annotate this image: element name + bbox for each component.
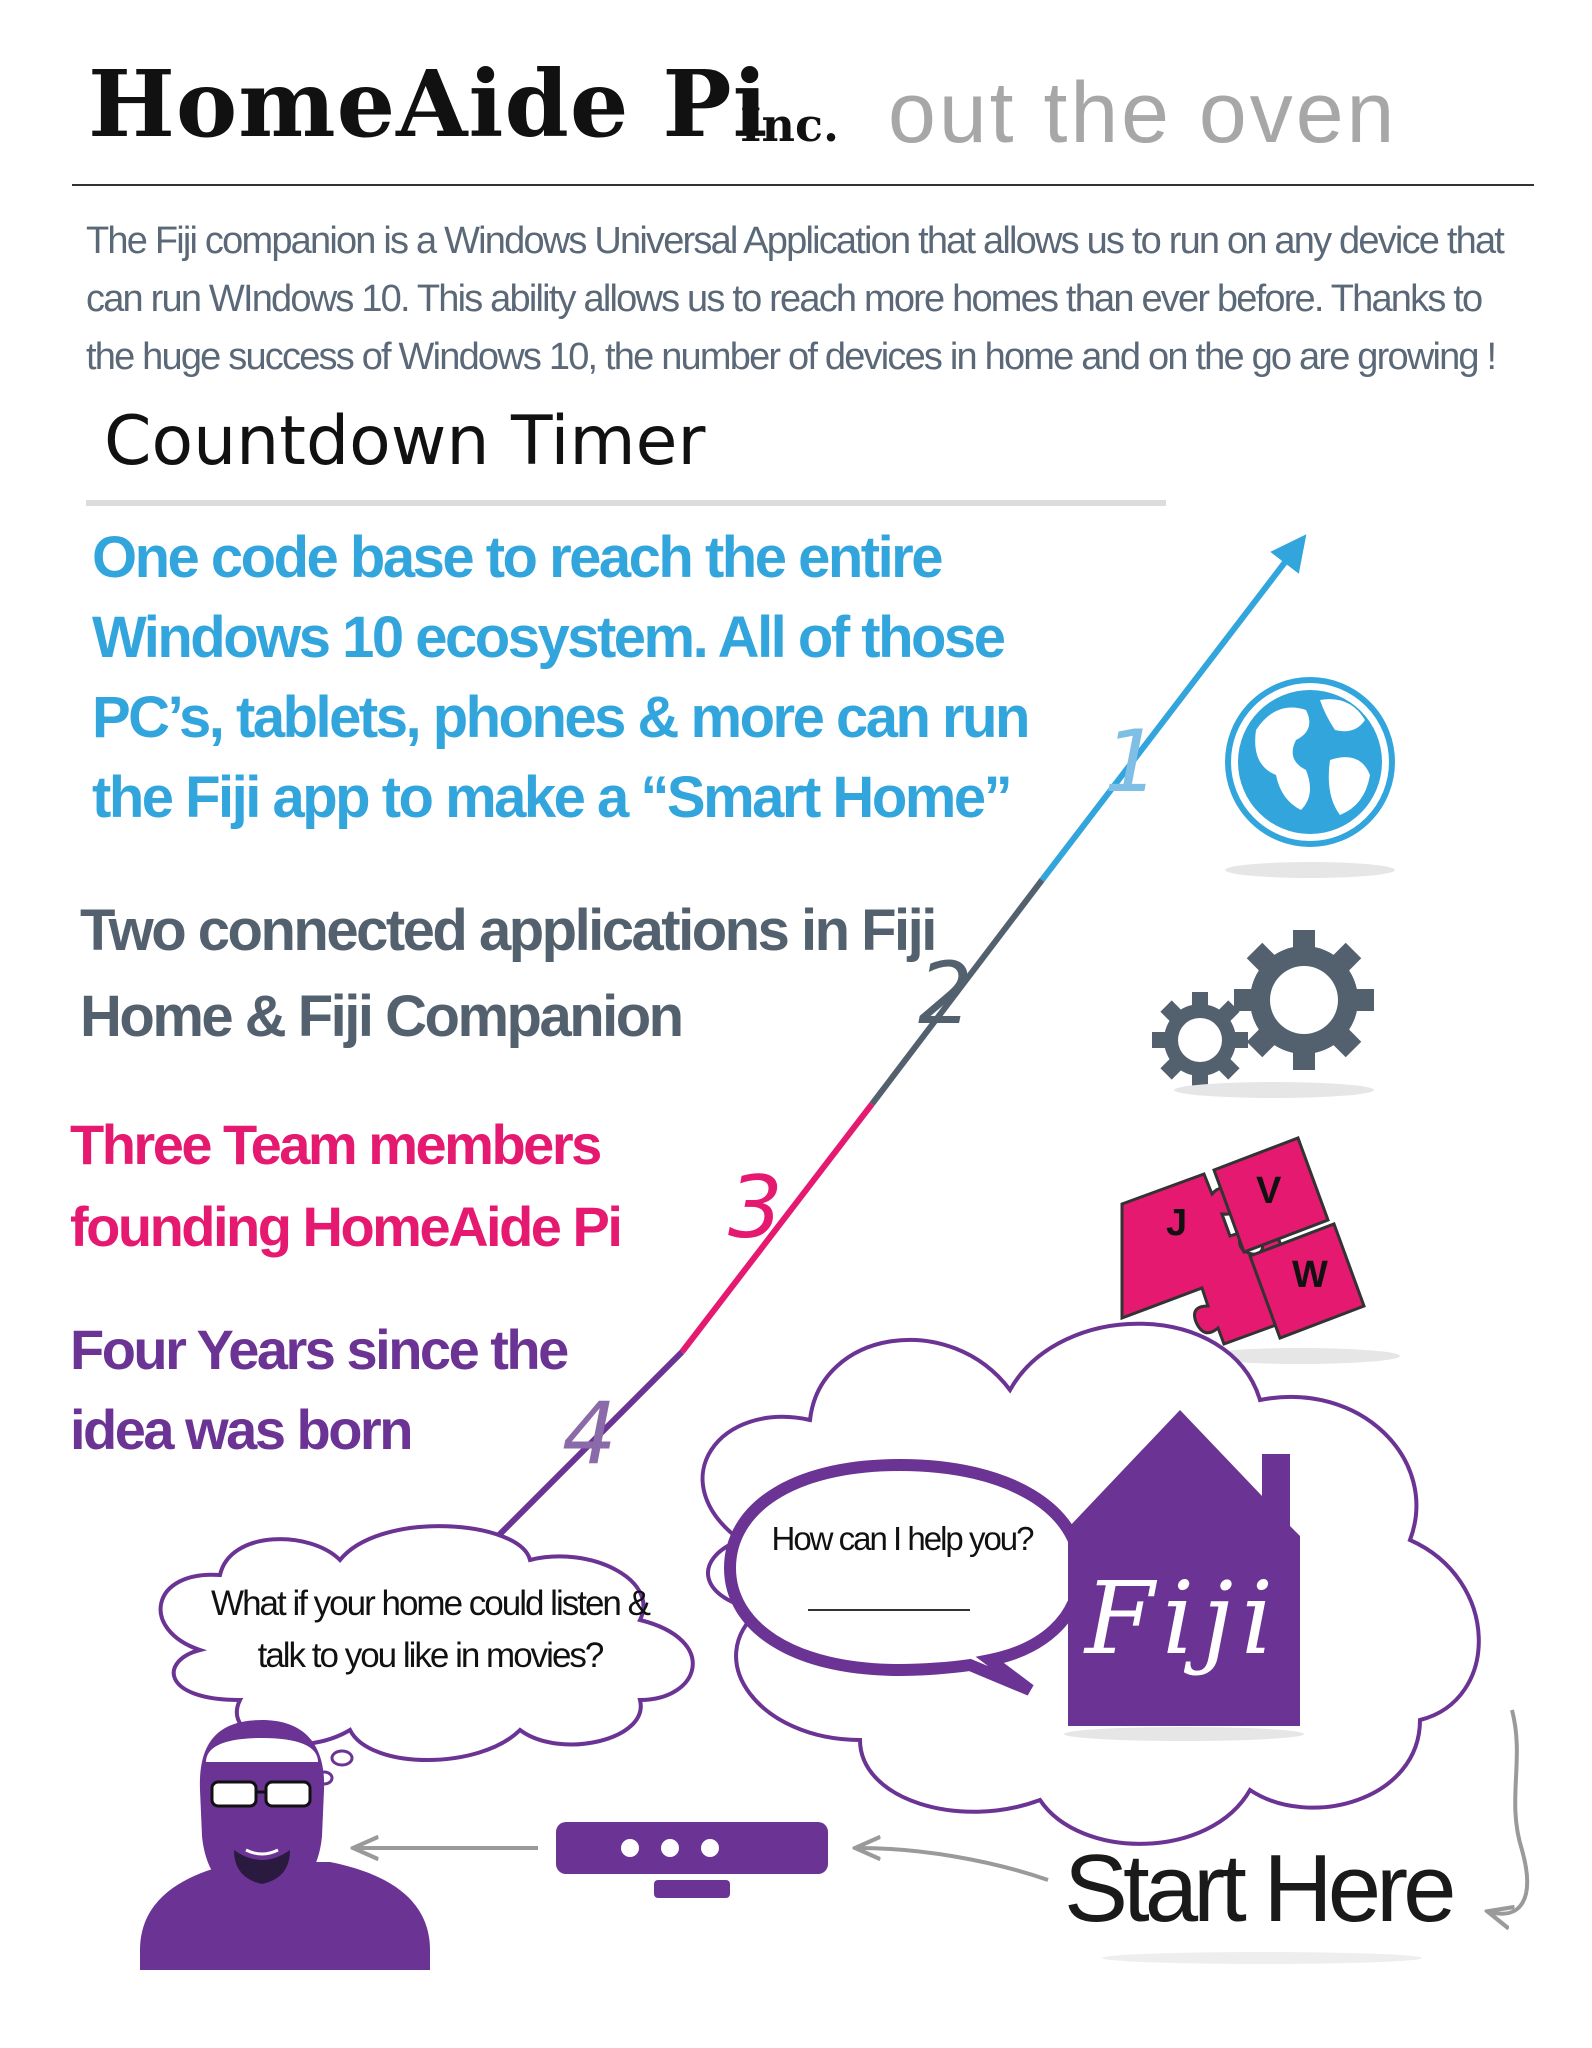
countdown-number-4: 4 <box>562 1384 617 1484</box>
avatar <box>140 1720 430 1970</box>
section-title: Countdown Timer <box>104 402 706 481</box>
house-label: Fiji <box>1084 1560 1282 1677</box>
tagline: out the oven <box>888 65 1398 161</box>
puzzle-letter-j: J <box>1166 1202 1188 1244</box>
start-here-label: Start Here <box>1064 1835 1456 1942</box>
countdown-number-2: 2 <box>918 944 973 1044</box>
speech-text: How can I help you? <box>771 1520 1034 1557</box>
brand-title: HomeAide Pi <box>88 50 769 158</box>
thought-text: What if your home could listen & talk to… <box>211 1584 651 1675</box>
countdown-number-1: 1 <box>1104 712 1159 812</box>
kinect-sensor-icon <box>556 1822 828 1898</box>
countdown-number-3: 3 <box>728 1158 783 1258</box>
gears-icon <box>1152 930 1374 1098</box>
header-divider <box>72 184 1534 186</box>
section-divider <box>86 500 1166 506</box>
countdown-item-3: Three Team members founding HomeAide Pi <box>70 1113 623 1258</box>
globe-icon <box>1225 677 1395 878</box>
arrow-loop <box>1490 1709 1530 1914</box>
countdown-item-1: One code base to reach the entire Window… <box>92 525 1030 830</box>
countdown-item-2: Two connected applications in Fiji Home … <box>80 898 937 1049</box>
brand-inc: Inc. <box>740 98 839 152</box>
puzzle-letter-w: W <box>1292 1254 1328 1296</box>
arrow-to-device <box>858 1848 1049 1882</box>
intro-paragraph: The Fiji companion is a Windows Universa… <box>86 220 1505 378</box>
start-shadow <box>1102 1952 1422 1964</box>
puzzle-letter-v: V <box>1256 1170 1282 1212</box>
